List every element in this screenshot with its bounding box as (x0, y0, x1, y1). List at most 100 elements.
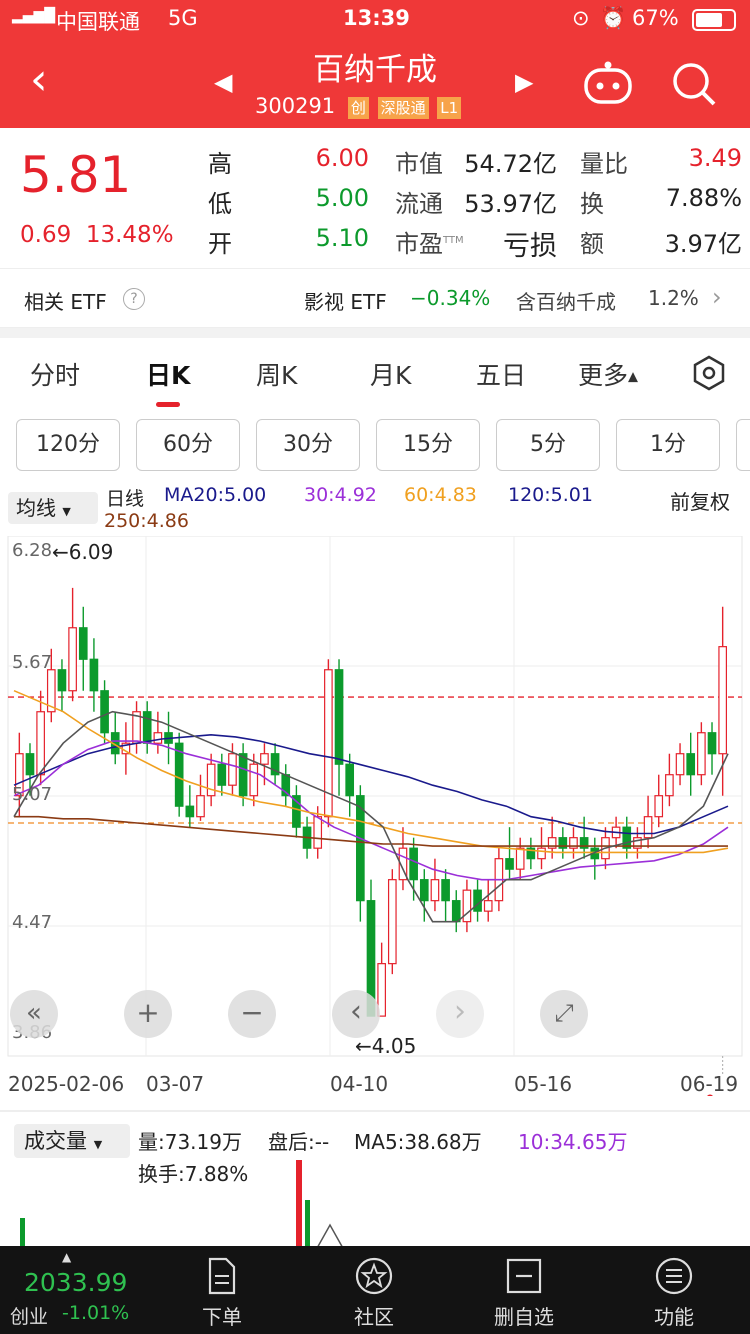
tab-intraday[interactable]: 分时 (30, 356, 80, 392)
fullscreen-button[interactable]: ⤢ (540, 990, 588, 1038)
chevron-right-icon: › (712, 283, 722, 311)
zoom-in-button[interactable]: + (124, 990, 172, 1038)
badge-l1: L1 (437, 97, 462, 119)
tab-active-indicator (156, 402, 180, 407)
robot-icon[interactable] (582, 60, 634, 106)
caret-down-icon: ▼ (62, 505, 71, 518)
candle-body (78, 627, 88, 660)
pan-right-button[interactable]: › (436, 990, 484, 1038)
candle-body (665, 774, 674, 797)
help-icon[interactable]: ? (123, 288, 145, 310)
prev-stock-icon[interactable]: ◀ (214, 68, 232, 96)
remove-watch-icon (506, 1258, 542, 1294)
candle-body (228, 753, 237, 786)
volume-bars (20, 1160, 345, 1250)
ma120-label: 120:5.01 (508, 484, 593, 506)
candle-body (238, 753, 248, 797)
community-icon (355, 1257, 393, 1295)
candle-body (462, 889, 472, 923)
tab-daily-k[interactable]: 日K (146, 356, 190, 392)
related-etf-row[interactable]: 相关 ETF ? 影视 ETF −0.34% 含百纳千成 1.2% › (0, 268, 750, 328)
minute-buttons: 120分 60分 30分 15分 5分 1分 (0, 410, 750, 480)
index-change: -1.01% (62, 1302, 130, 1324)
pe-ttm: TTM (443, 235, 464, 246)
tab-order[interactable]: 下单 (162, 1246, 282, 1334)
candle-body (515, 847, 525, 870)
change-pct: 13.48% (85, 222, 174, 248)
kline-chart[interactable]: 6.28 ←6.09 5.67 5.07 4.47 3.86 ←4.05 202… (0, 535, 750, 1102)
search-icon[interactable] (670, 60, 718, 108)
badge-chuang: 创 (347, 97, 369, 119)
tab-community-label: 社区 (354, 1305, 394, 1329)
pe-value: 亏损 (503, 231, 557, 262)
candle-body (483, 900, 493, 912)
adjust-mode[interactable]: 前复权 (670, 486, 730, 515)
candle-body (196, 795, 205, 818)
ma-selector[interactable]: 均线 ▼ (8, 492, 98, 524)
btn-1min[interactable]: 1分 (616, 419, 720, 471)
divider (0, 1110, 750, 1112)
candle-body (430, 879, 440, 902)
turnover-value: 7.88% (665, 184, 742, 212)
bottom-tabbar: ▲ 2033.99 创业 -1.01% 下单 社区 删自选 功能 (0, 1246, 750, 1334)
tab-monthly-k[interactable]: 月K (370, 356, 411, 392)
tab-functions[interactable]: 功能 (614, 1246, 734, 1334)
amount-value: 3.97亿 (664, 230, 742, 258)
candle-body (707, 732, 717, 755)
btn-30min[interactable]: 30分 (256, 419, 360, 471)
ma30-label: 30:4.92 (304, 484, 377, 506)
candle-body (25, 753, 35, 776)
settings-hex-icon[interactable] (690, 354, 728, 392)
mktcap-label: 市值 (395, 150, 443, 178)
next-stock-icon[interactable]: ▶ (515, 68, 533, 96)
open-label: 开 (208, 230, 232, 258)
tab-more[interactable]: 更多▲ (578, 356, 638, 392)
divider (0, 328, 750, 338)
x-tick-4: 05-16 (514, 1072, 573, 1096)
pe-label: 市盈 (395, 230, 443, 258)
stats-col-3: 量比 3.49 换 7.88% 额 3.97亿 (580, 144, 742, 264)
clock: 13:39 (343, 6, 410, 30)
candle-body (686, 753, 696, 776)
stock-code-row: 300291 创 深股通 L1 (255, 94, 462, 120)
carrier: 中国联通 (56, 10, 140, 34)
btn-120min[interactable]: 120分 (16, 419, 120, 471)
float-value: 53.97亿 (464, 190, 557, 218)
etf-holding-pct: 1.2% (648, 286, 699, 310)
stats-col-1: 高 6.00 低 5.00 开 5.10 (208, 144, 373, 264)
tab-five-day[interactable]: 五日 (476, 356, 526, 392)
btn-15min[interactable]: 15分 (376, 419, 480, 471)
tab-remove-watch[interactable]: 删自选 (464, 1246, 584, 1334)
etf-name: 影视 ETF (304, 290, 387, 314)
index-widget[interactable]: ▲ 2033.99 创业 -1.01% (0, 1246, 140, 1334)
high-value: 6.00 (315, 144, 369, 172)
float-label: 流通 (395, 190, 443, 218)
btn-60min[interactable]: 60分 (136, 419, 240, 471)
ma20-label: MA20:5.00 (164, 484, 267, 506)
amount-label: 额 (580, 230, 604, 258)
zoom-out-button[interactable]: − (228, 990, 276, 1038)
stock-code: 300291 (255, 94, 336, 118)
back-icon[interactable]: ‹ (30, 52, 48, 108)
header: ▂▄▆█ 中国联通 5G 13:39 ⊙ ⏰ 67% ‹ ◀ ▶ 百纳千成 30… (0, 0, 750, 128)
rewind-button[interactable]: « (10, 990, 58, 1038)
ma-legend: 均线 ▼ 日线 MA20:5.00 30:4.92 60:4.83 120:5.… (0, 480, 750, 538)
candle-body (153, 732, 163, 744)
btn-more-min[interactable] (736, 419, 750, 471)
tab-community[interactable]: 社区 (314, 1246, 434, 1334)
tab-weekly-k[interactable]: 周K (256, 356, 297, 392)
btn-5min[interactable]: 5分 (496, 419, 600, 471)
volratio-value: 3.49 (688, 144, 742, 172)
status-bar: ▂▄▆█ 中国联通 5G 13:39 ⊙ ⏰ 67% (0, 0, 750, 40)
battery-pct: 67% (632, 6, 679, 30)
change-abs: 0.69 (20, 222, 72, 248)
high-label: 高 (208, 150, 232, 178)
x-tick-5: 06-19 (680, 1072, 739, 1096)
tab-more-label: 更多 (578, 361, 629, 390)
pan-left-button[interactable]: ‹ (332, 990, 380, 1038)
y-tick-4: 4.47 (12, 912, 53, 933)
candle-body (313, 816, 323, 849)
candle-body (537, 847, 546, 860)
y-tick-2: 5.67 (12, 652, 53, 673)
x-tick-1: 2025-02-06 (8, 1072, 125, 1096)
